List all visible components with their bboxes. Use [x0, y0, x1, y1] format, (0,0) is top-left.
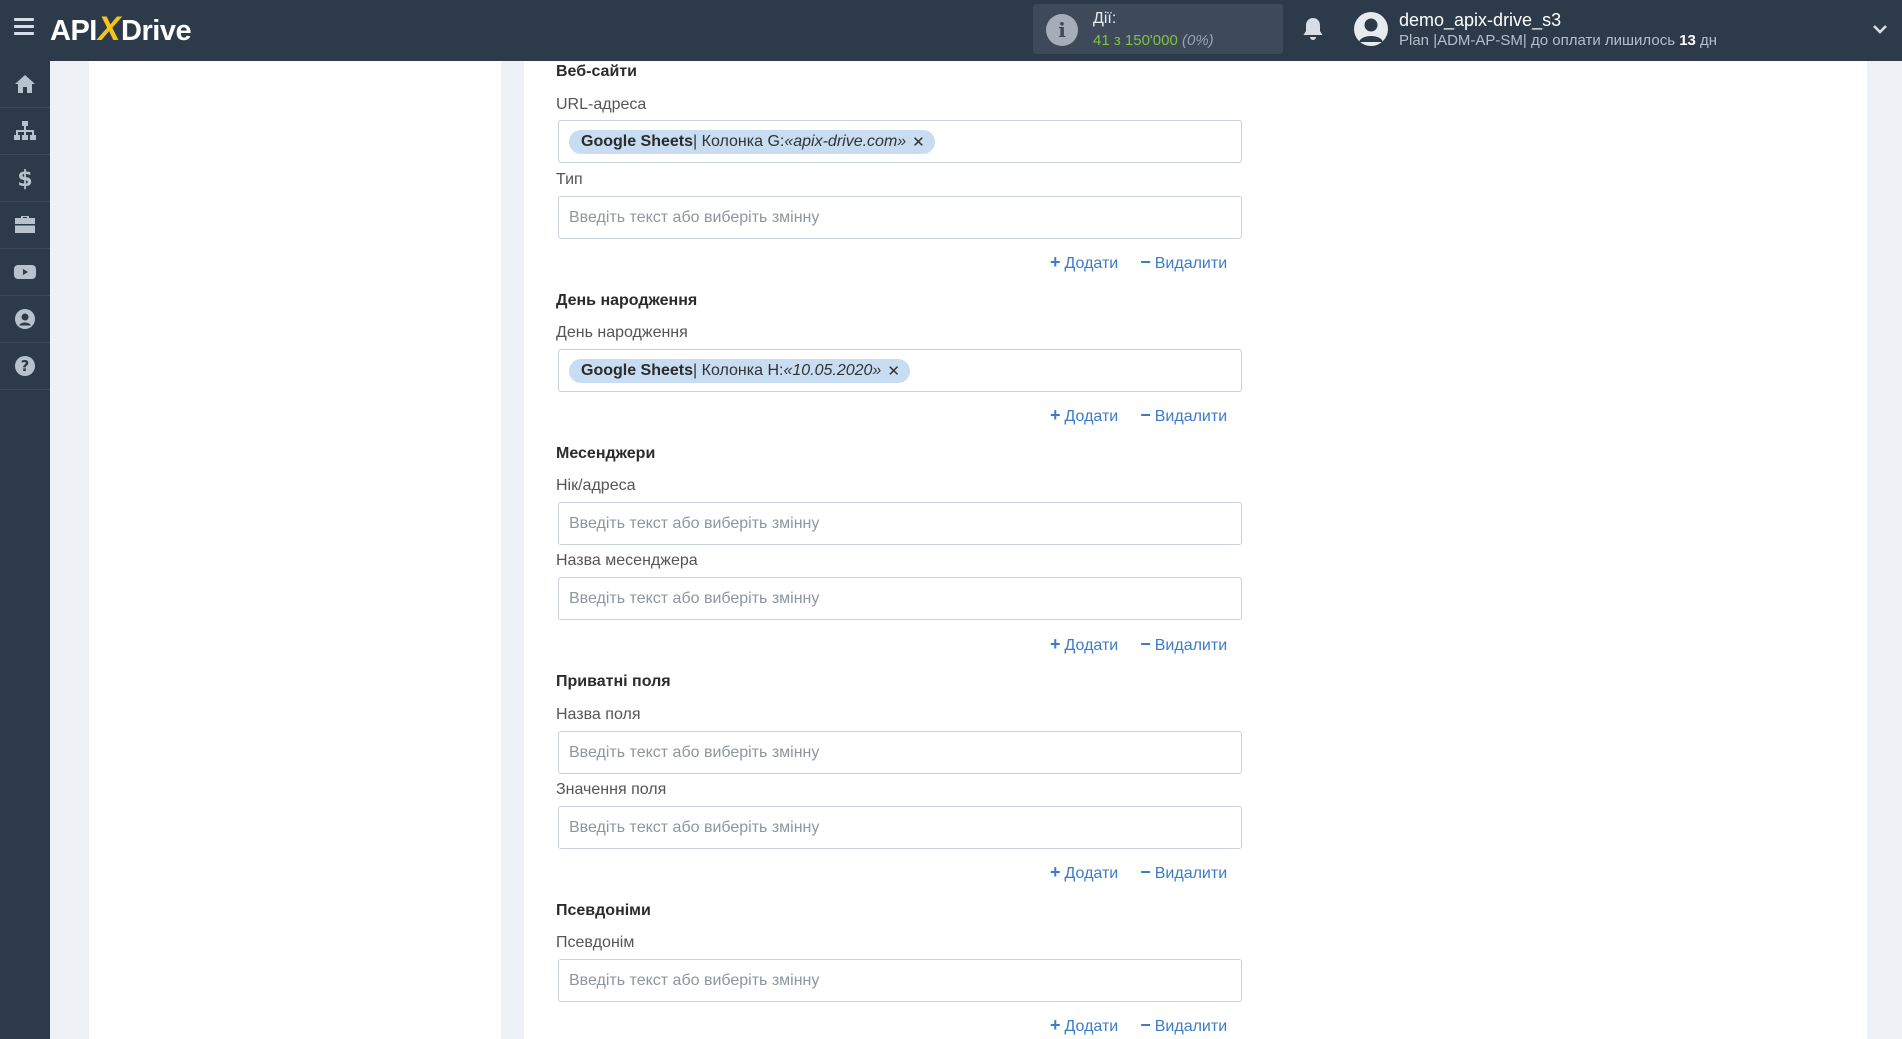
row-actions-birthday: + Додати − Видалити: [1050, 405, 1227, 426]
messenger-name-input[interactable]: Введіть текст або виберіть змінну: [558, 577, 1242, 620]
add-button[interactable]: + Додати: [1050, 252, 1118, 272]
type-input[interactable]: Введіть текст або виберіть змінну: [558, 196, 1242, 239]
actions-count: 41 з 150'000 (0%): [1093, 32, 1214, 49]
section-title-private-fields: Приватні поля: [556, 673, 671, 690]
minus-icon: −: [1140, 634, 1151, 654]
field-label-field-name: Назва поля: [556, 706, 641, 723]
section-title-websites: Веб-сайти: [556, 63, 637, 80]
row-actions-messengers: + Додати − Видалити: [1050, 634, 1227, 655]
field-name-input[interactable]: Введіть текст або виберіть змінну: [558, 731, 1242, 774]
field-label-field-value: Значення поля: [556, 781, 667, 798]
plus-icon: +: [1050, 252, 1061, 272]
field-value-input[interactable]: Введіть текст або виберіть змінну: [558, 806, 1242, 849]
actions-counter[interactable]: i Дії: 41 з 150'000 (0%): [1033, 4, 1283, 54]
birthday-input[interactable]: Google Sheets | Колонка H: «10.05.2020» ✕: [558, 349, 1242, 392]
minus-icon: −: [1140, 252, 1151, 272]
variable-chip: Google Sheets | Колонка G: «apix-drive.c…: [569, 129, 935, 154]
row-actions-private-fields: + Додати − Видалити: [1050, 862, 1227, 883]
home-icon[interactable]: [0, 61, 50, 108]
field-label-nick: Нік/адреса: [556, 477, 636, 494]
plus-icon: +: [1050, 1015, 1061, 1035]
chevron-down-icon[interactable]: [1871, 20, 1889, 38]
field-label-alias: Псевдонім: [556, 934, 635, 951]
variable-chip: Google Sheets | Колонка H: «10.05.2020» ✕: [569, 358, 910, 383]
info-icon: i: [1046, 14, 1078, 46]
sidebar: $ ?: [0, 61, 50, 1039]
plus-icon: +: [1050, 634, 1061, 654]
minus-icon: −: [1140, 862, 1151, 882]
remove-button[interactable]: − Видалити: [1140, 1015, 1227, 1035]
dollar-icon[interactable]: $: [0, 155, 50, 202]
remove-button[interactable]: − Видалити: [1140, 862, 1227, 882]
user-plan: Plan |ADM-AP-SM| до оплати лишилось 13 д…: [1399, 32, 1718, 49]
avatar[interactable]: [1354, 12, 1388, 46]
question-icon[interactable]: ?: [0, 343, 50, 390]
user-circle-icon[interactable]: [0, 296, 50, 343]
plus-icon: +: [1050, 862, 1061, 882]
plus-icon: +: [1050, 405, 1061, 425]
minus-icon: −: [1140, 1015, 1151, 1035]
section-title-birthday: День народження: [556, 292, 698, 309]
close-icon[interactable]: ✕: [887, 362, 900, 380]
logo[interactable]: APIXDrive: [50, 12, 192, 48]
add-button[interactable]: + Додати: [1050, 1015, 1118, 1035]
row-actions-aliases: + Додати − Видалити: [1050, 1015, 1227, 1036]
section-title-aliases: Псевдоніми: [556, 902, 651, 919]
top-bar: APIXDrive i Дії: 41 з 150'000 (0%) demo_…: [0, 0, 1902, 61]
row-actions-websites: + Додати − Видалити: [1050, 252, 1227, 273]
user-name[interactable]: demo_apix-drive_s3: [1399, 10, 1561, 31]
field-label-messenger-name: Назва месенджера: [556, 552, 698, 569]
svg-text:?: ?: [21, 357, 30, 375]
field-label-type: Тип: [556, 171, 583, 188]
nick-input[interactable]: Введіть текст або виберіть змінну: [558, 502, 1242, 545]
svg-text:$: $: [17, 167, 32, 190]
briefcase-icon[interactable]: [0, 202, 50, 249]
section-title-messengers: Месенджери: [556, 445, 656, 462]
sitemap-icon[interactable]: [0, 108, 50, 155]
add-button[interactable]: + Додати: [1050, 634, 1118, 654]
remove-button[interactable]: − Видалити: [1140, 634, 1227, 654]
url-input[interactable]: Google Sheets | Колонка G: «apix-drive.c…: [558, 120, 1242, 163]
remove-button[interactable]: − Видалити: [1140, 405, 1227, 425]
remove-button[interactable]: − Видалити: [1140, 252, 1227, 272]
minus-icon: −: [1140, 405, 1151, 425]
close-icon[interactable]: ✕: [912, 133, 925, 151]
field-label-url: URL-адреса: [556, 96, 647, 113]
actions-label: Дії:: [1093, 10, 1117, 27]
youtube-icon[interactable]: [0, 249, 50, 296]
add-button[interactable]: + Додати: [1050, 862, 1118, 882]
field-label-birthday: День народження: [556, 324, 688, 341]
menu-icon[interactable]: [14, 18, 34, 36]
bell-icon[interactable]: [1301, 16, 1325, 42]
left-panel: [89, 61, 501, 1039]
alias-input[interactable]: Введіть текст або виберіть змінну: [558, 959, 1242, 1002]
add-button[interactable]: + Додати: [1050, 405, 1118, 425]
